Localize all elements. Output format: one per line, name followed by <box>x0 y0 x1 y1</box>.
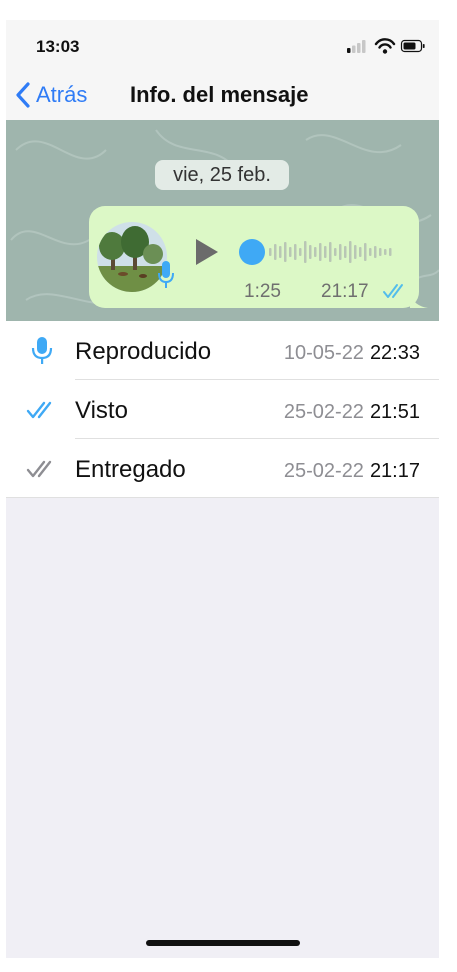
receipt-date: 10-05-22 <box>283 342 364 364</box>
receipt-label: Entregado <box>75 456 186 483</box>
list-bottom-border <box>6 497 439 498</box>
receipt-time: 21:51 <box>369 401 420 423</box>
cellular-signal-icon <box>347 40 366 53</box>
receipt-row-entregado: Entregado 25-02-22 21:17 <box>6 439 439 498</box>
double-check-blue-icon <box>26 397 58 423</box>
receipt-time: 21:17 <box>369 460 420 482</box>
navigation-bar: Atrás Info. del mensaje <box>6 70 439 120</box>
wifi-icon <box>374 38 396 54</box>
date-separator: vie, 25 feb. <box>155 160 289 190</box>
receipt-label: Visto <box>75 397 128 424</box>
page-title: Info. del mensaje <box>130 82 309 107</box>
screen: 13:03 Atrás Info. del mensaje vie, 25 fe… <box>6 20 439 958</box>
receipt-timestamp: 25-02-22 21:51 <box>284 401 420 424</box>
receipt-row-visto: Visto 25-02-22 21:51 <box>6 380 439 439</box>
receipt-time: 22:33 <box>369 342 420 364</box>
status-icons <box>347 38 425 59</box>
playback-scrubber <box>239 239 265 265</box>
voice-message-bubble[interactable]: 1:25 21:17 <box>89 206 428 308</box>
double-check-blue-icon <box>383 284 403 298</box>
chevron-left-icon <box>16 82 30 108</box>
receipt-date: 25-02-22 <box>283 460 364 482</box>
date-separator-label: vie, 25 feb. <box>173 163 271 186</box>
back-button[interactable]: Atrás <box>14 80 87 110</box>
back-button-label: Atrás <box>36 82 88 107</box>
bubble-tail <box>410 294 428 308</box>
voice-duration: 1:25 <box>244 281 281 302</box>
battery-icon <box>400 39 425 53</box>
receipt-timestamp: 25-02-22 21:17 <box>284 460 420 483</box>
audio-waveform[interactable] <box>239 236 399 268</box>
double-check-gray-icon <box>26 456 58 482</box>
receipt-timestamp: 10-05-22 22:33 <box>284 342 420 365</box>
message-receipts-list: Reproducido 10-05-22 22:33 Visto 25-02-22… <box>6 321 439 498</box>
status-bar: 13:03 <box>6 20 439 70</box>
receipt-row-reproducido: Reproducido 10-05-22 22:33 <box>6 321 439 380</box>
receipt-date: 25-02-22 <box>283 401 364 423</box>
home-indicator[interactable] <box>146 940 300 946</box>
status-time: 13:03 <box>36 37 80 56</box>
microphone-icon <box>158 261 174 288</box>
chat-preview: vie, 25 feb. 1:25 21:17 <box>6 120 439 321</box>
message-time: 21:17 <box>321 281 369 302</box>
microphone-icon <box>26 337 58 364</box>
receipt-label: Reproducido <box>75 338 212 365</box>
play-icon[interactable] <box>193 236 221 268</box>
